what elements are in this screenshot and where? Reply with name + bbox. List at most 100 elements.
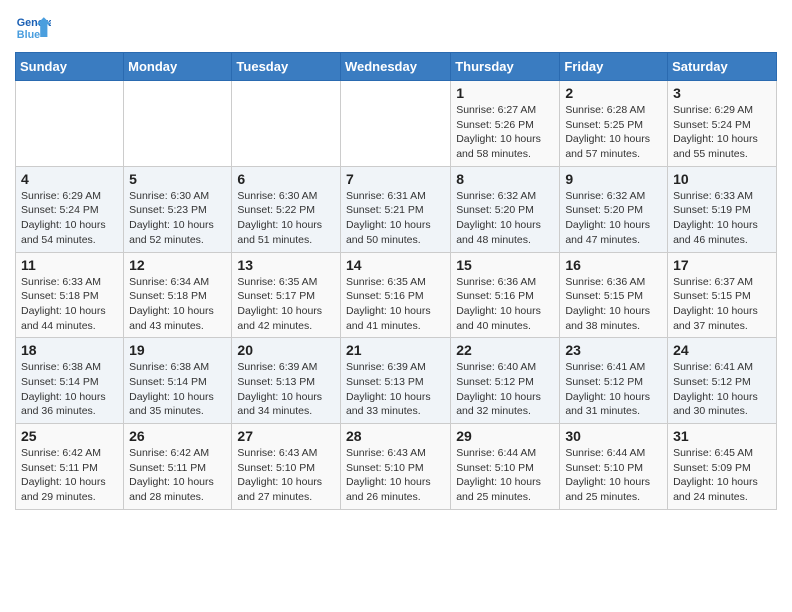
day-info: Sunrise: 6:42 AMSunset: 5:11 PMDaylight:… bbox=[129, 446, 226, 505]
calendar-cell: 29Sunrise: 6:44 AMSunset: 5:10 PMDayligh… bbox=[451, 424, 560, 510]
calendar-week-row: 4 Sunrise: 6:29 AMSunset: 5:24 PMDaylight… bbox=[16, 166, 777, 252]
day-info: Sunrise: 6:33 AMSunset: 5:18 PMDaylight:… bbox=[21, 275, 118, 334]
day-info: Sunrise: 6:38 AMSunset: 5:14 PMDaylight:… bbox=[21, 360, 118, 419]
calendar-cell: 1 Sunrise: 6:27 AMSunset: 5:26 PMDaylight… bbox=[451, 81, 560, 167]
calendar-week-row: 18 Sunrise: 6:38 AMSunset: 5:14 PMDayligh… bbox=[16, 338, 777, 424]
day-info: Sunrise: 6:39 AMSunset: 5:13 PMDaylight:… bbox=[346, 360, 445, 419]
day-info: Sunrise: 6:45 AMSunset: 5:09 PMDaylight:… bbox=[673, 446, 771, 505]
calendar-cell: 6 Sunrise: 6:30 AMSunset: 5:22 PMDaylight… bbox=[232, 166, 341, 252]
day-info: Sunrise: 6:30 AMSunset: 5:22 PMDaylight:… bbox=[237, 189, 335, 248]
calendar-cell: 20 Sunrise: 6:39 AMSunset: 5:13 PMDayligh… bbox=[232, 338, 341, 424]
calendar-cell: 2 Sunrise: 6:28 AMSunset: 5:25 PMDaylight… bbox=[560, 81, 668, 167]
day-number: 6 bbox=[237, 171, 335, 187]
day-number: 27 bbox=[237, 428, 335, 444]
day-info: Sunrise: 6:28 AMSunset: 5:25 PMDaylight:… bbox=[565, 103, 662, 162]
calendar-cell: 22 Sunrise: 6:40 AMSunset: 5:12 PMDayligh… bbox=[451, 338, 560, 424]
calendar-cell: 9Sunrise: 6:32 AMSunset: 5:20 PMDaylight… bbox=[560, 166, 668, 252]
calendar-cell: 15Sunrise: 6:36 AMSunset: 5:16 PMDayligh… bbox=[451, 252, 560, 338]
logo: General Blue bbox=[15, 10, 55, 46]
day-number: 1 bbox=[456, 85, 554, 101]
day-info: Sunrise: 6:43 AMSunset: 5:10 PMDaylight:… bbox=[237, 446, 335, 505]
day-info: Sunrise: 6:39 AMSunset: 5:13 PMDaylight:… bbox=[237, 360, 335, 419]
day-number: 12 bbox=[129, 257, 226, 273]
calendar-cell: 18 Sunrise: 6:38 AMSunset: 5:14 PMDayligh… bbox=[16, 338, 124, 424]
day-info: Sunrise: 6:29 AMSunset: 5:24 PMDaylight:… bbox=[21, 189, 118, 248]
calendar-cell: 10 Sunrise: 6:33 AMSunset: 5:19 PMDayligh… bbox=[668, 166, 777, 252]
calendar-cell: 3 Sunrise: 6:29 AMSunset: 5:24 PMDaylight… bbox=[668, 81, 777, 167]
day-info: Sunrise: 6:43 AMSunset: 5:10 PMDaylight:… bbox=[346, 446, 445, 505]
day-number: 28 bbox=[346, 428, 445, 444]
calendar-cell bbox=[232, 81, 341, 167]
day-info: Sunrise: 6:27 AMSunset: 5:26 PMDaylight:… bbox=[456, 103, 554, 162]
day-number: 23 bbox=[565, 342, 662, 358]
day-number: 5 bbox=[129, 171, 226, 187]
calendar-week-row: 1 Sunrise: 6:27 AMSunset: 5:26 PMDaylight… bbox=[16, 81, 777, 167]
calendar-cell: 13Sunrise: 6:35 AMSunset: 5:17 PMDayligh… bbox=[232, 252, 341, 338]
calendar-cell: 30 Sunrise: 6:44 AMSunset: 5:10 PMDayligh… bbox=[560, 424, 668, 510]
calendar-cell: 16Sunrise: 6:36 AMSunset: 5:15 PMDayligh… bbox=[560, 252, 668, 338]
calendar-cell: 23Sunrise: 6:41 AMSunset: 5:12 PMDayligh… bbox=[560, 338, 668, 424]
day-number: 2 bbox=[565, 85, 662, 101]
calendar-cell: 27 Sunrise: 6:43 AMSunset: 5:10 PMDayligh… bbox=[232, 424, 341, 510]
day-number: 11 bbox=[21, 257, 118, 273]
day-info: Sunrise: 6:38 AMSunset: 5:14 PMDaylight:… bbox=[129, 360, 226, 419]
day-number: 25 bbox=[21, 428, 118, 444]
day-number: 22 bbox=[456, 342, 554, 358]
day-info: Sunrise: 6:41 AMSunset: 5:12 PMDaylight:… bbox=[673, 360, 771, 419]
day-number: 10 bbox=[673, 171, 771, 187]
day-info: Sunrise: 6:37 AMSunset: 5:15 PMDaylight:… bbox=[673, 275, 771, 334]
calendar-cell bbox=[124, 81, 232, 167]
day-number: 20 bbox=[237, 342, 335, 358]
calendar-cell: 14 Sunrise: 6:35 AMSunset: 5:16 PMDayligh… bbox=[340, 252, 450, 338]
header-friday: Friday bbox=[560, 53, 668, 81]
calendar-cell: 28 Sunrise: 6:43 AMSunset: 5:10 PMDayligh… bbox=[340, 424, 450, 510]
day-info: Sunrise: 6:31 AMSunset: 5:21 PMDaylight:… bbox=[346, 189, 445, 248]
calendar-cell: 24 Sunrise: 6:41 AMSunset: 5:12 PMDayligh… bbox=[668, 338, 777, 424]
calendar-table: SundayMondayTuesdayWednesdayThursdayFrid… bbox=[15, 52, 777, 510]
day-number: 3 bbox=[673, 85, 771, 101]
header-monday: Monday bbox=[124, 53, 232, 81]
day-number: 15 bbox=[456, 257, 554, 273]
page-header: General Blue bbox=[15, 10, 777, 46]
calendar-cell: 21 Sunrise: 6:39 AMSunset: 5:13 PMDayligh… bbox=[340, 338, 450, 424]
calendar-cell: 31 Sunrise: 6:45 AMSunset: 5:09 PMDayligh… bbox=[668, 424, 777, 510]
header-saturday: Saturday bbox=[668, 53, 777, 81]
day-number: 18 bbox=[21, 342, 118, 358]
day-number: 13 bbox=[237, 257, 335, 273]
day-info: Sunrise: 6:30 AMSunset: 5:23 PMDaylight:… bbox=[129, 189, 226, 248]
calendar-week-row: 25 Sunrise: 6:42 AMSunset: 5:11 PMDayligh… bbox=[16, 424, 777, 510]
day-info: Sunrise: 6:44 AMSunset: 5:10 PMDaylight:… bbox=[565, 446, 662, 505]
day-info: Sunrise: 6:32 AMSunset: 5:20 PMDaylight:… bbox=[456, 189, 554, 248]
day-info: Sunrise: 6:34 AMSunset: 5:18 PMDaylight:… bbox=[129, 275, 226, 334]
day-number: 17 bbox=[673, 257, 771, 273]
day-info: Sunrise: 6:32 AMSunset: 5:20 PMDaylight:… bbox=[565, 189, 662, 248]
header-wednesday: Wednesday bbox=[340, 53, 450, 81]
calendar-cell bbox=[340, 81, 450, 167]
day-number: 29 bbox=[456, 428, 554, 444]
day-number: 16 bbox=[565, 257, 662, 273]
day-number: 30 bbox=[565, 428, 662, 444]
day-number: 31 bbox=[673, 428, 771, 444]
calendar-header-row: SundayMondayTuesdayWednesdayThursdayFrid… bbox=[16, 53, 777, 81]
day-number: 26 bbox=[129, 428, 226, 444]
calendar-cell: 4 Sunrise: 6:29 AMSunset: 5:24 PMDaylight… bbox=[16, 166, 124, 252]
day-info: Sunrise: 6:33 AMSunset: 5:19 PMDaylight:… bbox=[673, 189, 771, 248]
day-number: 24 bbox=[673, 342, 771, 358]
calendar-cell: 8 Sunrise: 6:32 AMSunset: 5:20 PMDaylight… bbox=[451, 166, 560, 252]
day-number: 8 bbox=[456, 171, 554, 187]
day-number: 7 bbox=[346, 171, 445, 187]
day-info: Sunrise: 6:35 AMSunset: 5:16 PMDaylight:… bbox=[346, 275, 445, 334]
day-info: Sunrise: 6:40 AMSunset: 5:12 PMDaylight:… bbox=[456, 360, 554, 419]
calendar-cell: 17 Sunrise: 6:37 AMSunset: 5:15 PMDayligh… bbox=[668, 252, 777, 338]
calendar-cell: 5 Sunrise: 6:30 AMSunset: 5:23 PMDaylight… bbox=[124, 166, 232, 252]
calendar-cell bbox=[16, 81, 124, 167]
calendar-cell: 19 Sunrise: 6:38 AMSunset: 5:14 PMDayligh… bbox=[124, 338, 232, 424]
day-number: 21 bbox=[346, 342, 445, 358]
calendar-cell: 11 Sunrise: 6:33 AMSunset: 5:18 PMDayligh… bbox=[16, 252, 124, 338]
calendar-cell: 7 Sunrise: 6:31 AMSunset: 5:21 PMDaylight… bbox=[340, 166, 450, 252]
day-number: 4 bbox=[21, 171, 118, 187]
day-number: 14 bbox=[346, 257, 445, 273]
day-info: Sunrise: 6:29 AMSunset: 5:24 PMDaylight:… bbox=[673, 103, 771, 162]
header-sunday: Sunday bbox=[16, 53, 124, 81]
day-number: 19 bbox=[129, 342, 226, 358]
